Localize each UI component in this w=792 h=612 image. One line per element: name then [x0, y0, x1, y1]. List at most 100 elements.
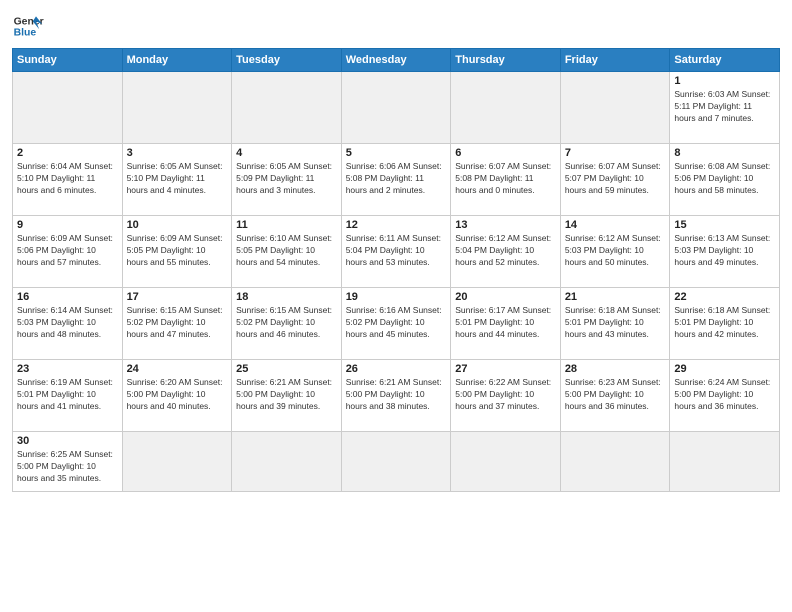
day-number: 20: [455, 291, 556, 303]
day-number: 4: [236, 147, 337, 159]
calendar-day-cell: 2 Sunrise: 6:04 AM Sunset: 5:10 PM Daylig…: [13, 144, 123, 216]
weekday-header-thursday: Thursday: [451, 49, 561, 72]
day-number: 1: [674, 75, 775, 87]
calendar-week-row: 2 Sunrise: 6:04 AM Sunset: 5:10 PM Daylig…: [13, 144, 780, 216]
day-number: 7: [565, 147, 666, 159]
day-number: 13: [455, 219, 556, 231]
calendar-day-cell: 24 Sunrise: 6:20 AM Sunset: 5:00 PM Dayli…: [122, 360, 232, 432]
weekday-header-tuesday: Tuesday: [232, 49, 342, 72]
day-number: 12: [346, 219, 447, 231]
calendar-day-cell: 13 Sunrise: 6:12 AM Sunset: 5:04 PM Dayli…: [451, 216, 561, 288]
day-info: Sunrise: 6:24 AM Sunset: 5:00 PM Dayligh…: [674, 377, 775, 413]
day-number: 11: [236, 219, 337, 231]
weekday-header-sunday: Sunday: [13, 49, 123, 72]
day-number: 15: [674, 219, 775, 231]
calendar-week-row: 30 Sunrise: 6:25 AM Sunset: 5:00 PM Dayli…: [13, 432, 780, 492]
calendar-day-cell: 16 Sunrise: 6:14 AM Sunset: 5:03 PM Dayli…: [13, 288, 123, 360]
day-number: 19: [346, 291, 447, 303]
calendar-day-cell: [560, 432, 670, 492]
day-number: 30: [17, 435, 118, 447]
day-number: 5: [346, 147, 447, 159]
day-info: Sunrise: 6:23 AM Sunset: 5:00 PM Dayligh…: [565, 377, 666, 413]
day-info: Sunrise: 6:12 AM Sunset: 5:04 PM Dayligh…: [455, 233, 556, 269]
day-info: Sunrise: 6:06 AM Sunset: 5:08 PM Dayligh…: [346, 161, 447, 197]
weekday-header-friday: Friday: [560, 49, 670, 72]
calendar-week-row: 16 Sunrise: 6:14 AM Sunset: 5:03 PM Dayli…: [13, 288, 780, 360]
day-number: 2: [17, 147, 118, 159]
calendar-table: SundayMondayTuesdayWednesdayThursdayFrid…: [12, 48, 780, 492]
day-number: 10: [127, 219, 228, 231]
svg-text:Blue: Blue: [14, 28, 37, 39]
calendar-day-cell: 25 Sunrise: 6:21 AM Sunset: 5:00 PM Dayli…: [232, 360, 342, 432]
day-number: 22: [674, 291, 775, 303]
day-info: Sunrise: 6:07 AM Sunset: 5:07 PM Dayligh…: [565, 161, 666, 197]
day-number: 29: [674, 363, 775, 375]
calendar-day-cell: 26Sunrise: 6:21 AM Sunset: 5:00 PM Dayli…: [341, 360, 451, 432]
calendar-day-cell: [122, 432, 232, 492]
header: General Blue: [12, 10, 780, 42]
calendar-day-cell: 18 Sunrise: 6:15 AM Sunset: 5:02 PM Dayli…: [232, 288, 342, 360]
calendar-day-cell: 27 Sunrise: 6:22 AM Sunset: 5:00 PM Dayli…: [451, 360, 561, 432]
page: General Blue SundayMondayTuesdayWednesda…: [0, 0, 792, 612]
day-info: Sunrise: 6:05 AM Sunset: 5:10 PM Dayligh…: [127, 161, 228, 197]
calendar-day-cell: 6Sunrise: 6:07 AM Sunset: 5:08 PM Daylig…: [451, 144, 561, 216]
calendar-day-cell: [670, 432, 780, 492]
day-number: 24: [127, 363, 228, 375]
calendar-day-cell: 9Sunrise: 6:09 AM Sunset: 5:06 PM Daylig…: [13, 216, 123, 288]
calendar-day-cell: 4 Sunrise: 6:05 AM Sunset: 5:09 PM Daylig…: [232, 144, 342, 216]
day-number: 21: [565, 291, 666, 303]
day-info: Sunrise: 6:09 AM Sunset: 5:06 PM Dayligh…: [17, 233, 118, 269]
calendar-day-cell: [232, 72, 342, 144]
calendar-week-row: 9Sunrise: 6:09 AM Sunset: 5:06 PM Daylig…: [13, 216, 780, 288]
day-info: Sunrise: 6:11 AM Sunset: 5:04 PM Dayligh…: [346, 233, 447, 269]
calendar-day-cell: 30 Sunrise: 6:25 AM Sunset: 5:00 PM Dayli…: [13, 432, 123, 492]
day-info: Sunrise: 6:25 AM Sunset: 5:00 PM Dayligh…: [17, 449, 118, 485]
day-info: Sunrise: 6:12 AM Sunset: 5:03 PM Dayligh…: [565, 233, 666, 269]
day-number: 18: [236, 291, 337, 303]
day-info: Sunrise: 6:20 AM Sunset: 5:00 PM Dayligh…: [127, 377, 228, 413]
day-info: Sunrise: 6:22 AM Sunset: 5:00 PM Dayligh…: [455, 377, 556, 413]
day-info: Sunrise: 6:08 AM Sunset: 5:06 PM Dayligh…: [674, 161, 775, 197]
day-info: Sunrise: 6:19 AM Sunset: 5:01 PM Dayligh…: [17, 377, 118, 413]
weekday-header-wednesday: Wednesday: [341, 49, 451, 72]
day-number: 26: [346, 363, 447, 375]
calendar-day-cell: [341, 432, 451, 492]
day-info: Sunrise: 6:21 AM Sunset: 5:00 PM Dayligh…: [236, 377, 337, 413]
calendar-day-cell: 15 Sunrise: 6:13 AM Sunset: 5:03 PM Dayli…: [670, 216, 780, 288]
calendar-day-cell: 10 Sunrise: 6:09 AM Sunset: 5:05 PM Dayli…: [122, 216, 232, 288]
calendar-day-cell: 17Sunrise: 6:15 AM Sunset: 5:02 PM Dayli…: [122, 288, 232, 360]
calendar-week-row: 23Sunrise: 6:19 AM Sunset: 5:01 PM Dayli…: [13, 360, 780, 432]
day-info: Sunrise: 6:18 AM Sunset: 5:01 PM Dayligh…: [565, 305, 666, 341]
day-number: 27: [455, 363, 556, 375]
day-number: 16: [17, 291, 118, 303]
calendar-day-cell: [341, 72, 451, 144]
day-info: Sunrise: 6:04 AM Sunset: 5:10 PM Dayligh…: [17, 161, 118, 197]
day-info: Sunrise: 6:17 AM Sunset: 5:01 PM Dayligh…: [455, 305, 556, 341]
generalblue-logo-icon: General Blue: [12, 10, 44, 42]
day-number: 8: [674, 147, 775, 159]
day-info: Sunrise: 6:09 AM Sunset: 5:05 PM Dayligh…: [127, 233, 228, 269]
day-info: Sunrise: 6:16 AM Sunset: 5:02 PM Dayligh…: [346, 305, 447, 341]
calendar-day-cell: 5 Sunrise: 6:06 AM Sunset: 5:08 PM Daylig…: [341, 144, 451, 216]
day-number: 25: [236, 363, 337, 375]
calendar-day-cell: 7 Sunrise: 6:07 AM Sunset: 5:07 PM Daylig…: [560, 144, 670, 216]
day-info: Sunrise: 6:10 AM Sunset: 5:05 PM Dayligh…: [236, 233, 337, 269]
calendar-day-cell: 11 Sunrise: 6:10 AM Sunset: 5:05 PM Dayli…: [232, 216, 342, 288]
calendar-day-cell: [451, 432, 561, 492]
day-info: Sunrise: 6:15 AM Sunset: 5:02 PM Dayligh…: [127, 305, 228, 341]
day-info: Sunrise: 6:18 AM Sunset: 5:01 PM Dayligh…: [674, 305, 775, 341]
calendar-day-cell: 28Sunrise: 6:23 AM Sunset: 5:00 PM Dayli…: [560, 360, 670, 432]
day-info: Sunrise: 6:05 AM Sunset: 5:09 PM Dayligh…: [236, 161, 337, 197]
calendar-day-cell: [13, 72, 123, 144]
calendar-day-cell: [232, 432, 342, 492]
calendar-day-cell: [560, 72, 670, 144]
calendar-day-cell: 12 Sunrise: 6:11 AM Sunset: 5:04 PM Dayli…: [341, 216, 451, 288]
day-number: 6: [455, 147, 556, 159]
day-info: Sunrise: 6:15 AM Sunset: 5:02 PM Dayligh…: [236, 305, 337, 341]
calendar-day-cell: 20 Sunrise: 6:17 AM Sunset: 5:01 PM Dayli…: [451, 288, 561, 360]
calendar-day-cell: [451, 72, 561, 144]
day-info: Sunrise: 6:13 AM Sunset: 5:03 PM Dayligh…: [674, 233, 775, 269]
day-info: Sunrise: 6:14 AM Sunset: 5:03 PM Dayligh…: [17, 305, 118, 341]
calendar-day-cell: 1 Sunrise: 6:03 AM Sunset: 5:11 PM Daylig…: [670, 72, 780, 144]
day-info: Sunrise: 6:03 AM Sunset: 5:11 PM Dayligh…: [674, 89, 775, 125]
